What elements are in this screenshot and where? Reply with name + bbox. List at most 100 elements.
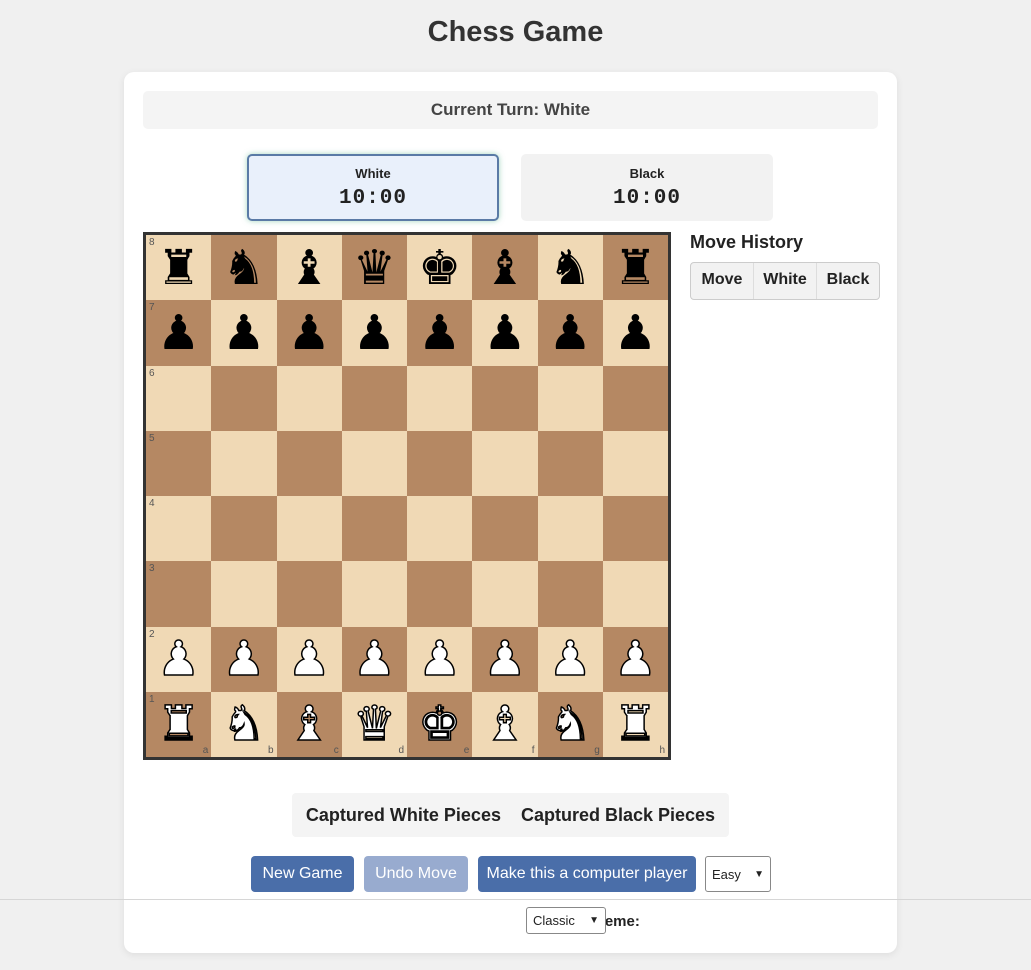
white-king-icon[interactable]: ♚ — [417, 700, 462, 750]
square-e7[interactable]: ♟ — [407, 300, 473, 366]
square-f7[interactable]: ♟ — [472, 300, 538, 366]
square-g4[interactable] — [537, 496, 603, 562]
square-e4[interactable] — [407, 496, 473, 562]
difficulty-select[interactable]: Easy ▼ — [705, 856, 771, 892]
square-a4[interactable]: 4 — [146, 496, 212, 562]
square-g3[interactable] — [537, 561, 603, 627]
square-g6[interactable] — [537, 365, 603, 431]
square-c4[interactable] — [276, 496, 342, 562]
square-d1[interactable]: d ♛ — [341, 691, 407, 757]
white-queen-icon[interactable]: ♛ — [352, 700, 397, 750]
white-rook-icon[interactable]: ♜ — [156, 700, 201, 750]
square-c2[interactable]: ♟ — [276, 626, 342, 692]
square-f8[interactable]: ♝ — [472, 235, 538, 301]
square-g2[interactable]: ♟ — [537, 626, 603, 692]
white-pawn-icon[interactable]: ♟ — [548, 634, 593, 684]
square-a3[interactable]: 3 — [146, 561, 212, 627]
square-f5[interactable] — [472, 430, 538, 496]
square-g5[interactable] — [537, 430, 603, 496]
square-f1[interactable]: f ♝ — [472, 691, 538, 757]
square-a6[interactable]: 6 — [146, 365, 212, 431]
square-a8[interactable]: 8 ♜ — [146, 235, 212, 301]
square-a2[interactable]: 2 ♟ — [146, 626, 212, 692]
black-rook-icon[interactable]: ♜ — [614, 244, 657, 292]
black-bishop-icon[interactable]: ♝ — [483, 244, 526, 292]
square-h3[interactable] — [602, 561, 668, 627]
square-d3[interactable] — [341, 561, 407, 627]
white-knight-icon[interactable]: ♞ — [222, 700, 267, 750]
white-bishop-icon[interactable]: ♝ — [483, 700, 528, 750]
square-b3[interactable] — [211, 561, 277, 627]
computer-player-button[interactable]: Make this a computer player — [478, 856, 696, 892]
black-pawn-icon[interactable]: ♟ — [549, 309, 592, 357]
square-a5[interactable]: 5 — [146, 430, 212, 496]
square-c1[interactable]: c ♝ — [276, 691, 342, 757]
white-pawn-icon[interactable]: ♟ — [613, 634, 658, 684]
square-c8[interactable]: ♝ — [276, 235, 342, 301]
square-d8[interactable]: ♛ — [341, 235, 407, 301]
undo-move-button[interactable]: Undo Move — [364, 856, 468, 892]
black-bishop-icon[interactable]: ♝ — [288, 244, 331, 292]
square-c3[interactable] — [276, 561, 342, 627]
square-c7[interactable]: ♟ — [276, 300, 342, 366]
square-h8[interactable]: ♜ — [602, 235, 668, 301]
square-e6[interactable] — [407, 365, 473, 431]
white-bishop-icon[interactable]: ♝ — [287, 700, 332, 750]
square-h5[interactable] — [602, 430, 668, 496]
square-c6[interactable] — [276, 365, 342, 431]
square-d5[interactable] — [341, 430, 407, 496]
square-b4[interactable] — [211, 496, 277, 562]
square-b1[interactable]: b ♞ — [211, 691, 277, 757]
square-d6[interactable] — [341, 365, 407, 431]
square-a1[interactable]: 1 a ♜ — [146, 691, 212, 757]
black-pawn-icon[interactable]: ♟ — [353, 309, 396, 357]
square-e8[interactable]: ♚ — [407, 235, 473, 301]
square-f3[interactable] — [472, 561, 538, 627]
square-h6[interactable] — [602, 365, 668, 431]
white-pawn-icon[interactable]: ♟ — [287, 634, 332, 684]
black-pawn-icon[interactable]: ♟ — [418, 309, 461, 357]
black-pawn-icon[interactable]: ♟ — [157, 309, 200, 357]
white-pawn-icon[interactable]: ♟ — [417, 634, 462, 684]
black-pawn-icon[interactable]: ♟ — [483, 309, 526, 357]
square-g1[interactable]: g ♞ — [537, 691, 603, 757]
black-knight-icon[interactable]: ♞ — [222, 244, 265, 292]
square-e2[interactable]: ♟ — [407, 626, 473, 692]
square-h4[interactable] — [602, 496, 668, 562]
square-g7[interactable]: ♟ — [537, 300, 603, 366]
square-e3[interactable] — [407, 561, 473, 627]
black-knight-icon[interactable]: ♞ — [549, 244, 592, 292]
white-pawn-icon[interactable]: ♟ — [156, 634, 201, 684]
white-pawn-icon[interactable]: ♟ — [352, 634, 397, 684]
square-f4[interactable] — [472, 496, 538, 562]
black-pawn-icon[interactable]: ♟ — [288, 309, 331, 357]
black-pawn-icon[interactable]: ♟ — [614, 309, 657, 357]
square-d2[interactable]: ♟ — [341, 626, 407, 692]
square-d7[interactable]: ♟ — [341, 300, 407, 366]
square-h7[interactable]: ♟ — [602, 300, 668, 366]
square-b5[interactable] — [211, 430, 277, 496]
square-h2[interactable]: ♟ — [602, 626, 668, 692]
white-rook-icon[interactable]: ♜ — [613, 700, 658, 750]
square-a7[interactable]: 7 ♟ — [146, 300, 212, 366]
white-pawn-icon[interactable]: ♟ — [483, 634, 528, 684]
square-g8[interactable]: ♞ — [537, 235, 603, 301]
black-king-icon[interactable]: ♚ — [418, 244, 461, 292]
square-b7[interactable]: ♟ — [211, 300, 277, 366]
new-game-button[interactable]: New Game — [251, 856, 354, 892]
white-pawn-icon[interactable]: ♟ — [222, 634, 267, 684]
square-b8[interactable]: ♞ — [211, 235, 277, 301]
square-e5[interactable] — [407, 430, 473, 496]
white-knight-icon[interactable]: ♞ — [548, 700, 593, 750]
black-queen-icon[interactable]: ♛ — [353, 244, 396, 292]
square-e1[interactable]: e ♚ — [407, 691, 473, 757]
square-f6[interactable] — [472, 365, 538, 431]
square-f2[interactable]: ♟ — [472, 626, 538, 692]
square-d4[interactable] — [341, 496, 407, 562]
square-b2[interactable]: ♟ — [211, 626, 277, 692]
board-theme-select[interactable]: Classic ▼ — [526, 907, 606, 934]
black-pawn-icon[interactable]: ♟ — [222, 309, 265, 357]
square-b6[interactable] — [211, 365, 277, 431]
black-rook-icon[interactable]: ♜ — [157, 244, 200, 292]
square-c5[interactable] — [276, 430, 342, 496]
